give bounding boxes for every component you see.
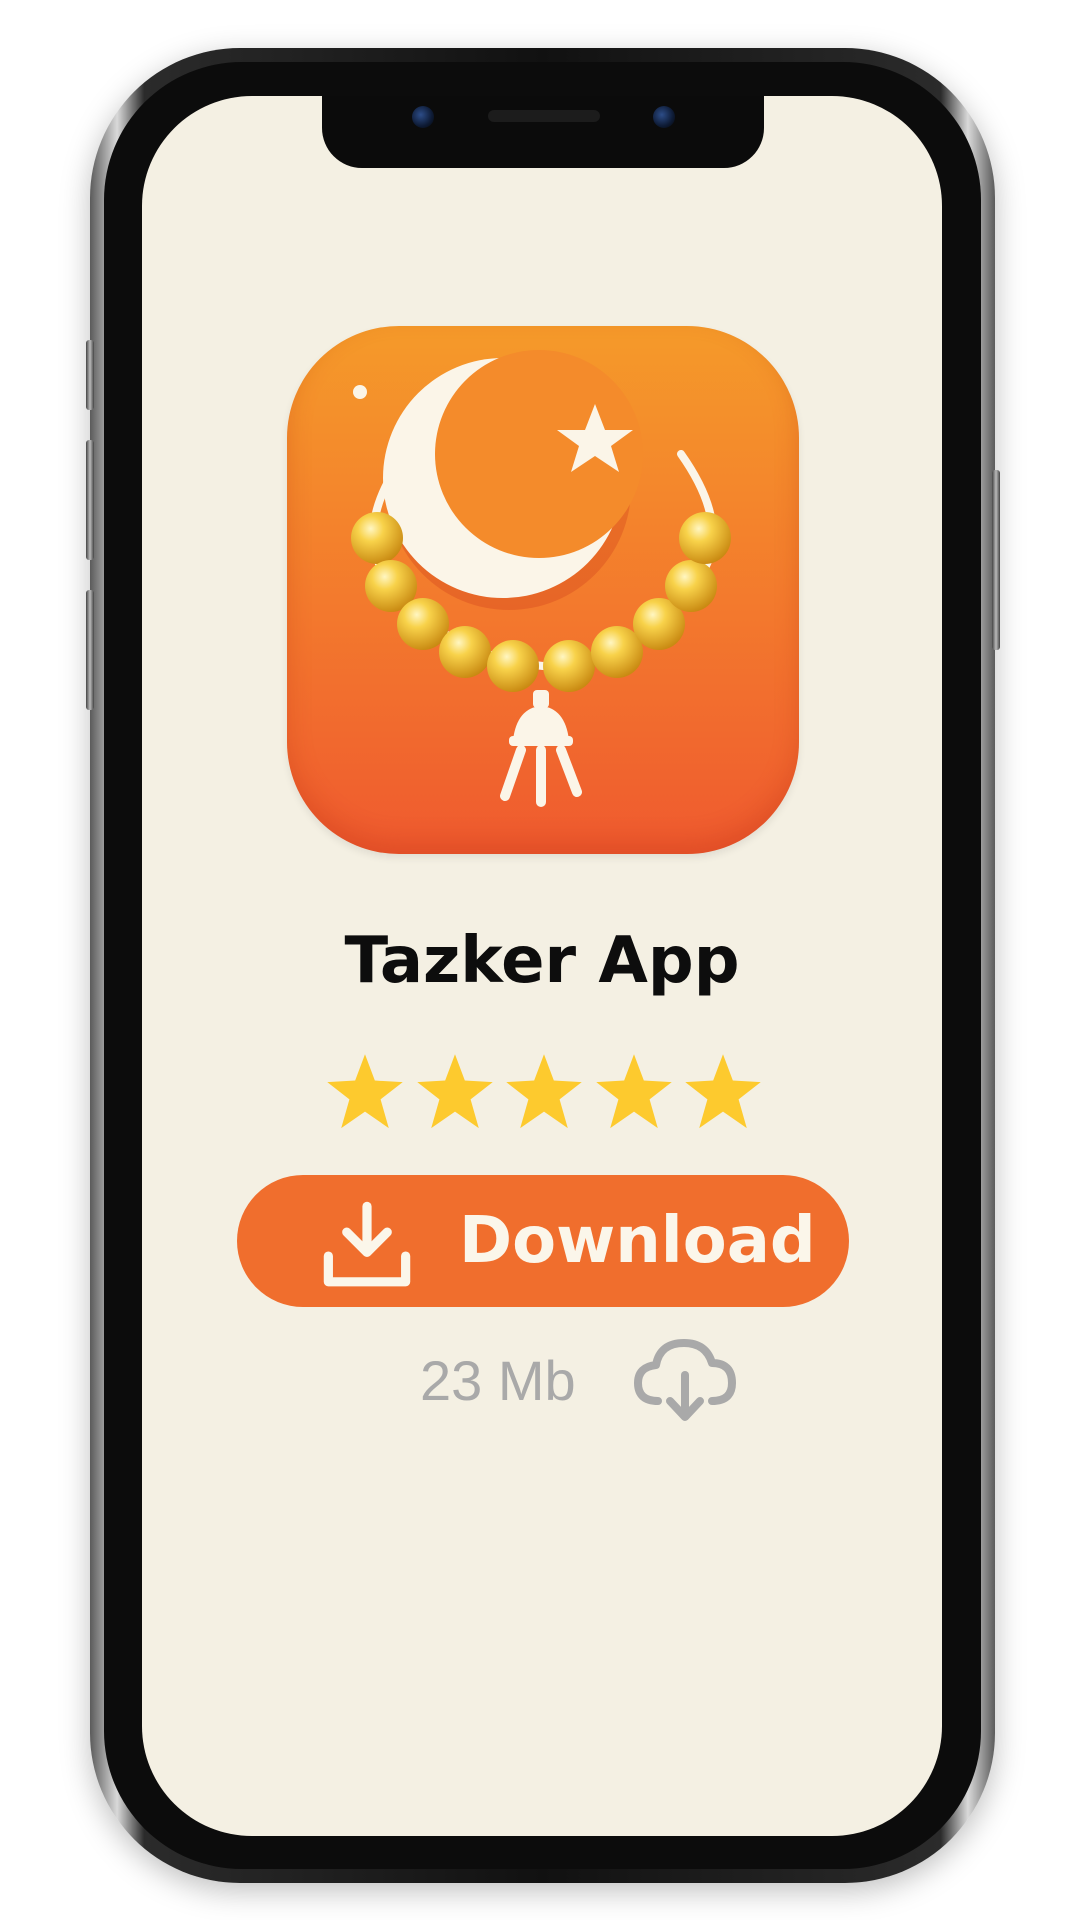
cloud-download-icon (634, 1339, 736, 1421)
star-icon (595, 1054, 672, 1129)
side-button-volume-down (86, 590, 94, 710)
star-rating (324, 1051, 764, 1135)
crescent-star-prayer-beads-icon[interactable] (287, 326, 799, 854)
download-button[interactable]: Download (237, 1175, 849, 1307)
star-icon (685, 1054, 761, 1129)
download-icon (323, 1201, 411, 1287)
earpiece-speaker (488, 110, 600, 122)
side-button-mute (86, 340, 94, 410)
app-title: Tazker App (344, 924, 740, 998)
star-icon (506, 1054, 582, 1129)
download-size: 23 Mb (420, 1349, 576, 1412)
download-button-label: Download (459, 1204, 816, 1278)
side-button-power (992, 470, 1000, 650)
stage: Tazker App Download 23 Mb (0, 0, 1080, 1920)
side-button-volume-up (86, 440, 94, 560)
sensor (653, 106, 675, 128)
notch (322, 96, 764, 168)
star-icon (416, 1054, 493, 1129)
front-camera (412, 106, 434, 128)
download-size-row: 23 Mb (142, 1331, 942, 1431)
star-icon (327, 1054, 403, 1129)
phone-screen: Tazker App Download 23 Mb (142, 96, 942, 1836)
